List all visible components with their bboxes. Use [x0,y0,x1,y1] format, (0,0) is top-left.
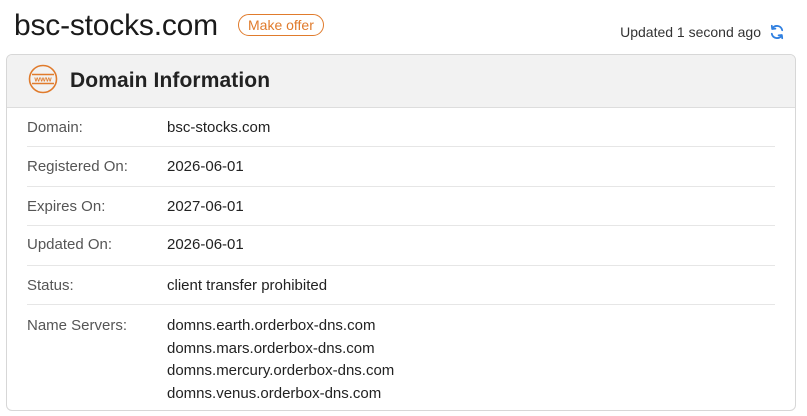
row-updated-on: Updated On: 2026-06-01 [27,226,775,266]
name-server: domns.mars.orderbox-dns.com [167,339,375,357]
row-value: client transfer prohibited [167,277,328,294]
row-label: Registered On: [27,158,128,175]
row-value: bsc-stocks.com [167,119,271,136]
row-label: Updated On: [27,236,113,253]
page-title: bsc-stocks.com [14,9,218,42]
row-value: 2026-06-01 [167,236,244,253]
domain-info-panel: www Domain Information Domain: bsc-stock… [6,54,796,411]
update-status: Updated 1 second ago [620,22,785,42]
make-offer-button[interactable]: Make offer [238,14,324,36]
row-registered-on: Registered On: 2026-06-01 [27,147,775,187]
row-status: Status: client transfer prohibited [27,266,775,305]
svg-text:www: www [33,74,51,83]
row-value: 2027-06-01 [167,198,244,215]
info-rows: Domain: bsc-stocks.com Registered On: 20… [27,108,775,405]
refresh-icon[interactable] [769,24,785,40]
panel-title: Domain Information [70,69,271,92]
row-name-servers: Name Servers: domns.earth.orderbox-dns.c… [27,305,775,405]
row-label: Name Servers: [27,317,128,334]
www-icon: www [7,64,58,99]
panel-header: www Domain Information [7,55,795,108]
row-label: Status: [27,277,74,294]
row-value: 2026-06-01 [167,158,244,175]
top-bar: bsc-stocks.com Make offer Updated 1 seco… [0,0,807,52]
row-domain: Domain: bsc-stocks.com [27,108,775,147]
row-expires-on: Expires On: 2027-06-01 [27,187,775,226]
name-server: domns.mercury.orderbox-dns.com [167,362,395,379]
row-label: Domain: [27,119,83,136]
row-label: Expires On: [27,198,106,215]
name-server: domns.earth.orderbox-dns.com [167,317,376,334]
name-server-list: domns.earth.orderbox-dns.com domns.mars.… [167,315,394,405]
name-server: domns.venus.orderbox-dns.com [167,384,382,402]
updated-text: Updated 1 second ago [620,24,761,40]
